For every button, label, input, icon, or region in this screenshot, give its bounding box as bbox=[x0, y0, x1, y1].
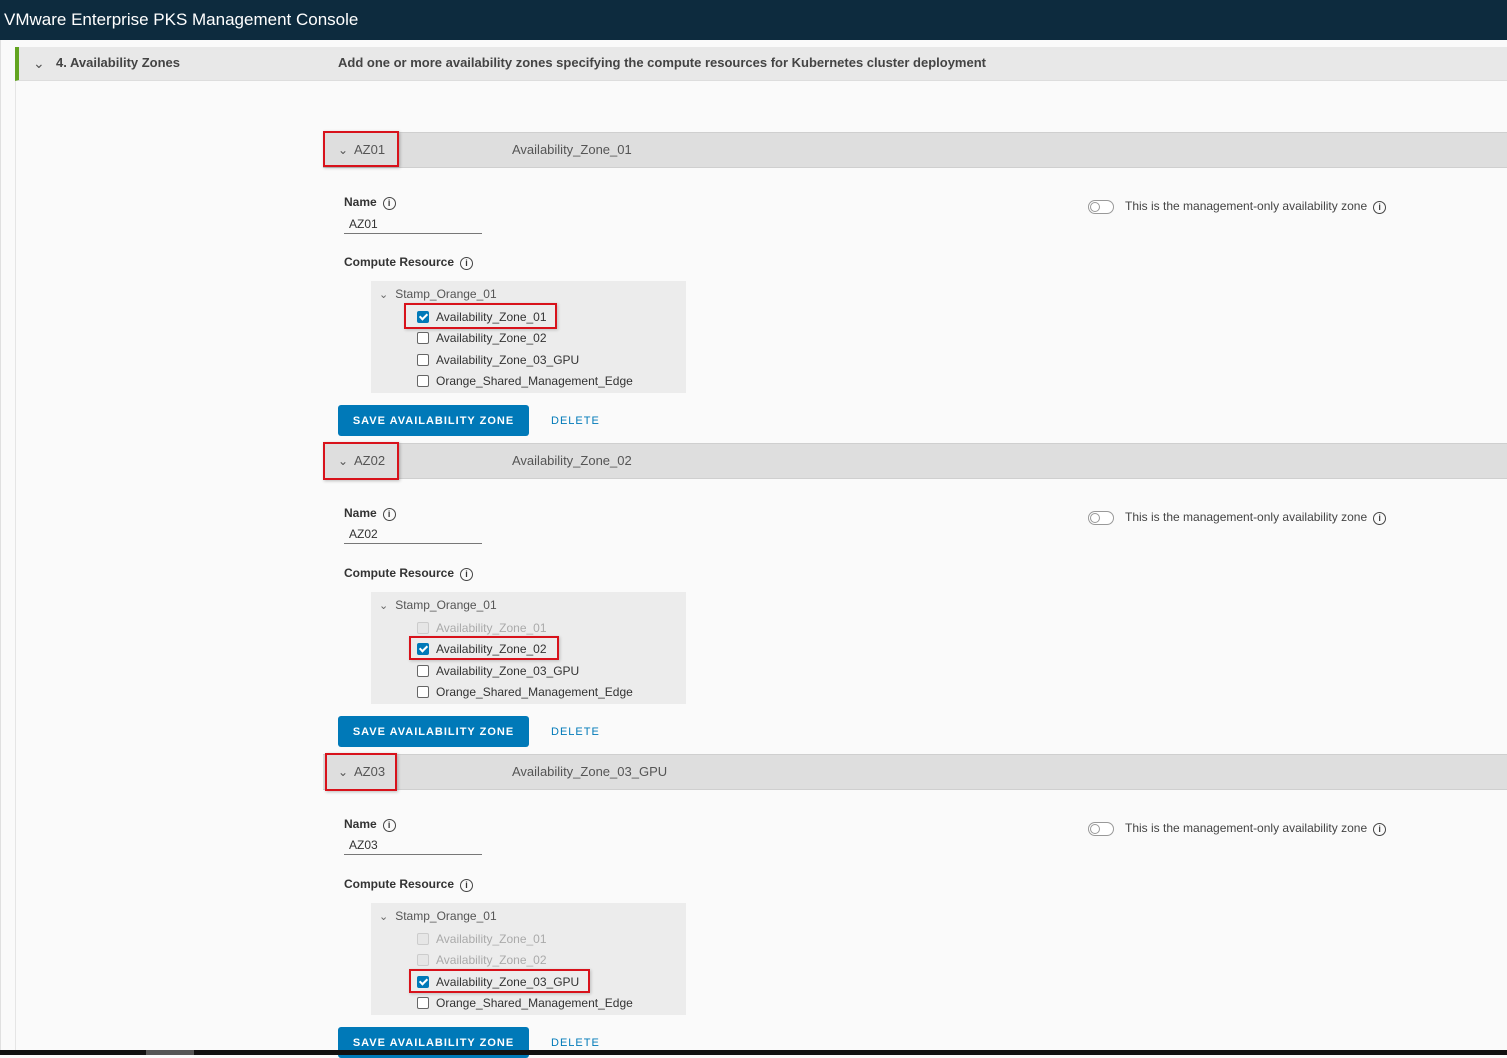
checkbox[interactable] bbox=[417, 332, 429, 344]
compute-resource-label: Compute Resource i bbox=[344, 877, 474, 892]
chevron-down-icon[interactable]: ⌄ bbox=[379, 288, 388, 301]
checkbox-disabled bbox=[417, 622, 429, 634]
management-only-label: This is the management-only availability… bbox=[1125, 199, 1387, 214]
checkbox[interactable] bbox=[417, 665, 429, 677]
compute-resource-tree: ⌄ Stamp_Orange_01 Availability_Zone_01 Av… bbox=[371, 281, 686, 393]
compute-resource-label: Compute Resource i bbox=[344, 255, 474, 270]
step-body bbox=[15, 81, 1507, 1055]
checkbox-checked[interactable] bbox=[417, 643, 429, 655]
management-only-label: This is the management-only availability… bbox=[1125, 821, 1387, 836]
chevron-down-icon[interactable]: ⌄ bbox=[33, 55, 45, 72]
compute-resource-label: Compute Resource i bbox=[344, 566, 474, 581]
step-header-availability-zones[interactable]: ⌄ 4. Availability Zones Add one or more … bbox=[15, 47, 1507, 81]
management-only-toggle[interactable] bbox=[1088, 200, 1114, 214]
checkbox-disabled bbox=[417, 933, 429, 945]
save-availability-zone-button[interactable]: SAVE AVAILABILITY ZONE bbox=[338, 405, 529, 436]
delete-button[interactable]: DELETE bbox=[551, 415, 600, 427]
management-only-toggle[interactable] bbox=[1088, 511, 1114, 525]
info-icon[interactable]: i bbox=[382, 197, 396, 210]
app-title: VMware Enterprise PKS Management Console bbox=[4, 10, 359, 29]
chevron-down-icon[interactable]: ⌄ bbox=[338, 143, 348, 157]
az-header-name: Availability_Zone_01 bbox=[512, 142, 632, 157]
compute-resource-tree: ⌄ Stamp_Orange_01 Availability_Zone_01 Av… bbox=[371, 592, 686, 704]
az-id: AZ01 bbox=[354, 142, 386, 157]
info-icon[interactable]: i bbox=[460, 879, 474, 892]
az-header[interactable]: ⌄ AZ03 Availability_Zone_03_GPU bbox=[323, 753, 1507, 791]
app-title-bar: VMware Enterprise PKS Management Console bbox=[0, 0, 1507, 40]
tree-node-root[interactable]: ⌄ Stamp_Orange_01 bbox=[379, 287, 497, 301]
name-label: Name i bbox=[344, 195, 396, 210]
name-field[interactable] bbox=[344, 835, 482, 855]
checkbox-disabled bbox=[417, 954, 429, 966]
chevron-down-icon[interactable]: ⌄ bbox=[338, 765, 348, 779]
checkbox[interactable] bbox=[417, 686, 429, 698]
checkbox[interactable] bbox=[417, 375, 429, 387]
info-icon[interactable]: i bbox=[382, 819, 396, 832]
checkbox[interactable] bbox=[417, 997, 429, 1009]
name-field[interactable] bbox=[344, 214, 482, 234]
checkbox-checked[interactable] bbox=[417, 976, 429, 988]
scrollbar-thumb[interactable] bbox=[146, 1050, 194, 1055]
info-icon[interactable]: i bbox=[1373, 823, 1387, 836]
tree-node-root[interactable]: ⌄ Stamp_Orange_01 bbox=[379, 909, 497, 923]
info-icon[interactable]: i bbox=[382, 508, 396, 521]
management-only-toggle[interactable] bbox=[1088, 822, 1114, 836]
delete-button[interactable]: DELETE bbox=[551, 726, 600, 738]
az-id: AZ02 bbox=[354, 453, 386, 468]
step-title: 4. Availability Zones bbox=[56, 55, 181, 70]
az-header-name: Availability_Zone_02 bbox=[512, 453, 632, 468]
step-description: Add one or more availability zones speci… bbox=[338, 55, 986, 70]
name-label: Name i bbox=[344, 506, 396, 521]
info-icon[interactable]: i bbox=[460, 568, 474, 581]
horizontal-scrollbar[interactable] bbox=[0, 1050, 1507, 1055]
chevron-down-icon[interactable]: ⌄ bbox=[338, 454, 348, 468]
name-field[interactable] bbox=[344, 524, 482, 544]
info-icon[interactable]: i bbox=[460, 257, 474, 270]
az-id: AZ03 bbox=[354, 764, 386, 779]
tree-node-root[interactable]: ⌄ Stamp_Orange_01 bbox=[379, 598, 497, 612]
left-divider bbox=[0, 40, 1, 1055]
save-availability-zone-button[interactable]: SAVE AVAILABILITY ZONE bbox=[338, 716, 529, 747]
az-header-name: Availability_Zone_03_GPU bbox=[512, 764, 668, 779]
az-header[interactable]: ⌄ AZ01 Availability_Zone_01 bbox=[323, 131, 1507, 168]
az-header[interactable]: ⌄ AZ02 Availability_Zone_02 bbox=[323, 442, 1507, 480]
info-icon[interactable]: i bbox=[1373, 512, 1387, 525]
chevron-down-icon[interactable]: ⌄ bbox=[379, 910, 388, 923]
management-only-label: This is the management-only availability… bbox=[1125, 510, 1387, 525]
info-icon[interactable]: i bbox=[1373, 201, 1387, 214]
checkbox[interactable] bbox=[417, 354, 429, 366]
chevron-down-icon[interactable]: ⌄ bbox=[379, 599, 388, 612]
compute-resource-tree: ⌄ Stamp_Orange_01 Availability_Zone_01 Av… bbox=[371, 903, 686, 1015]
delete-button[interactable]: DELETE bbox=[551, 1037, 600, 1049]
checkbox-checked[interactable] bbox=[417, 311, 429, 323]
name-label: Name i bbox=[344, 817, 396, 832]
